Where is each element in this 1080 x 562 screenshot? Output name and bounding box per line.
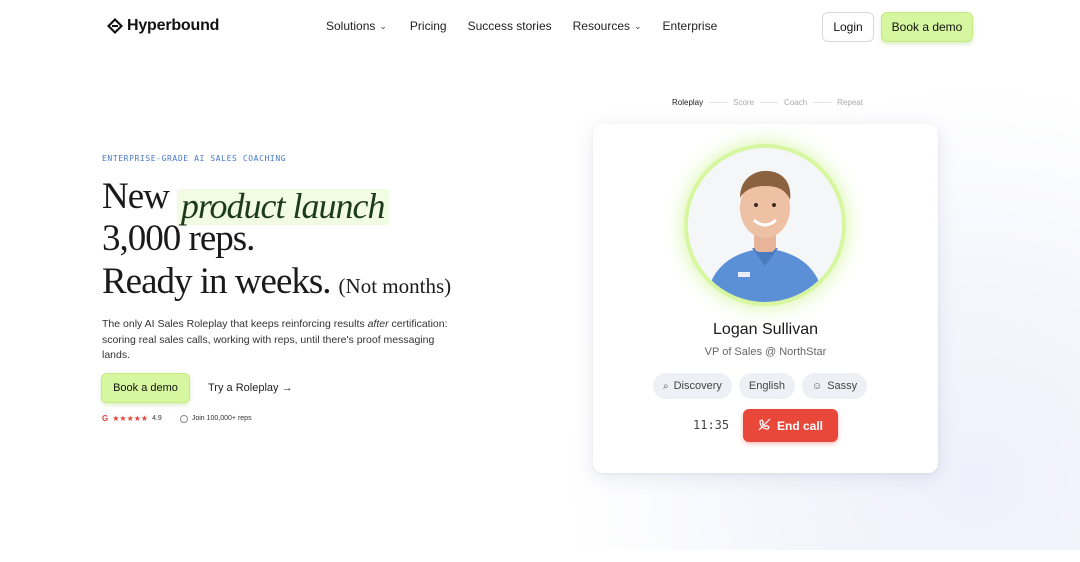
step-divider bbox=[813, 102, 832, 103]
person-photo-icon bbox=[688, 148, 842, 302]
nav-item-label: Resources bbox=[572, 19, 630, 33]
step-repeat: Repeat bbox=[837, 98, 863, 107]
chip-label: Discovery bbox=[673, 380, 722, 392]
lede-emphasis: after bbox=[367, 318, 389, 330]
process-stepper: Roleplay Score Coach Repeat bbox=[672, 98, 863, 107]
nav-item-label: Enterprise bbox=[662, 19, 718, 33]
rating-value: 4.9 bbox=[152, 415, 162, 422]
brand-name: Hyperbound bbox=[127, 17, 220, 34]
nav-item-solutions[interactable]: Solutions ⌄ bbox=[326, 19, 387, 33]
call-timer: 11:35 bbox=[693, 418, 730, 432]
chevron-down-icon: ⌄ bbox=[634, 20, 642, 31]
step-coach: Coach bbox=[784, 98, 808, 107]
nav-item-resources[interactable]: Resources ⌄ bbox=[573, 19, 642, 33]
logo-icon bbox=[107, 18, 123, 34]
chip-label: English bbox=[748, 380, 785, 392]
book-demo-button[interactable]: Book a demo bbox=[881, 12, 973, 42]
hero-description: The only AI Sales Roleplay that keeps re… bbox=[102, 317, 462, 364]
chip-sassy[interactable]: ☺ Sassy bbox=[801, 373, 868, 399]
hero-book-demo-button[interactable]: Book a demo bbox=[101, 373, 190, 403]
end-call-label: End call bbox=[776, 418, 823, 433]
headline-main: Ready in weeks. bbox=[102, 261, 332, 302]
rating-stars: ★★★★★ bbox=[112, 414, 149, 423]
nav-item-enterprise[interactable]: Enterprise bbox=[663, 19, 718, 33]
social-proof: G ★★★★★ 4.9 Join 100,000+ reps bbox=[102, 414, 252, 423]
persona-chips: ⌕ Discovery English ☺ Sassy bbox=[653, 373, 868, 399]
hero-headline-line2: 3,000 reps. bbox=[102, 218, 255, 259]
lede-text-1: The only AI Sales Roleplay that keeps re… bbox=[102, 318, 368, 330]
nav-item-pricing[interactable]: Pricing bbox=[410, 19, 447, 33]
step-divider bbox=[709, 102, 728, 103]
persona-name: Logan Sullivan bbox=[713, 321, 818, 338]
end-call-button[interactable]: End call bbox=[743, 409, 838, 442]
login-button[interactable]: Login bbox=[822, 12, 874, 42]
headline-aside: (Not months) bbox=[338, 274, 452, 298]
chip-label: Sassy bbox=[827, 380, 858, 392]
step-score: Score bbox=[733, 98, 755, 107]
nav-links: Solutions ⌄ Pricing Success stories Reso… bbox=[326, 19, 717, 33]
step-roleplay: Roleplay bbox=[672, 98, 704, 107]
step-divider bbox=[760, 102, 779, 103]
globe-icon bbox=[179, 414, 188, 423]
search-icon: ⌕ bbox=[663, 380, 669, 392]
roleplay-call-card: Logan Sullivan VP of Sales @ NorthStar ⌕… bbox=[593, 124, 938, 473]
avatar bbox=[688, 148, 842, 302]
nav-item-success-stories[interactable]: Success stories bbox=[468, 19, 552, 33]
g2-icon: G bbox=[102, 414, 109, 423]
nav-item-label: Pricing bbox=[409, 19, 447, 33]
headline-word: New bbox=[102, 176, 170, 217]
top-nav: Hyperbound Solutions ⌄ Pricing Success s… bbox=[0, 0, 1080, 54]
try-roleplay-link[interactable]: Try a Roleplay → bbox=[208, 382, 293, 394]
nav-item-label: Success stories bbox=[467, 19, 552, 33]
join-text: Join 100,000+ reps bbox=[191, 415, 252, 422]
logo[interactable]: Hyperbound bbox=[107, 17, 219, 35]
smile-icon: ☺ bbox=[811, 380, 823, 392]
persona-role: VP of Sales @ NorthStar bbox=[704, 346, 827, 358]
chip-english[interactable]: English bbox=[738, 373, 795, 399]
hero-eyebrow: ENTERPRISE-GRADE AI SALES COACHING bbox=[102, 154, 287, 163]
phone-hangup-icon bbox=[758, 418, 771, 434]
hero-headline-line1: New product launch bbox=[102, 175, 389, 227]
chip-discovery[interactable]: ⌕ Discovery bbox=[653, 373, 732, 399]
nav-item-label: Solutions bbox=[326, 19, 376, 33]
hero-headline-line3: Ready in weeks. (Not months) bbox=[102, 260, 451, 303]
chevron-down-icon: ⌄ bbox=[379, 20, 387, 31]
